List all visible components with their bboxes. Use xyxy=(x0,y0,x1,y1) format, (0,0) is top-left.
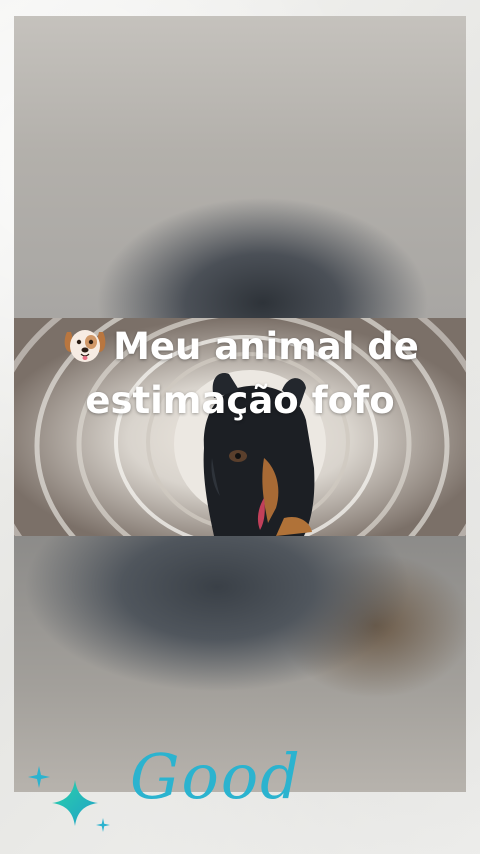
blurred-background-top xyxy=(14,16,466,318)
small-sparkle-icon xyxy=(28,766,50,788)
caption-line-2: estimação fofo xyxy=(85,379,395,422)
caption-title: Meu animal de estimação fofo xyxy=(0,320,480,428)
caption-text-1: Meu animal de xyxy=(113,325,419,368)
caption-line-1: Meu animal de xyxy=(0,320,480,374)
dog-face-icon xyxy=(64,330,106,362)
signature-text: Good xyxy=(130,740,302,813)
tiny-sparkle-icon xyxy=(96,818,110,832)
large-sparkle-icon xyxy=(52,780,98,826)
